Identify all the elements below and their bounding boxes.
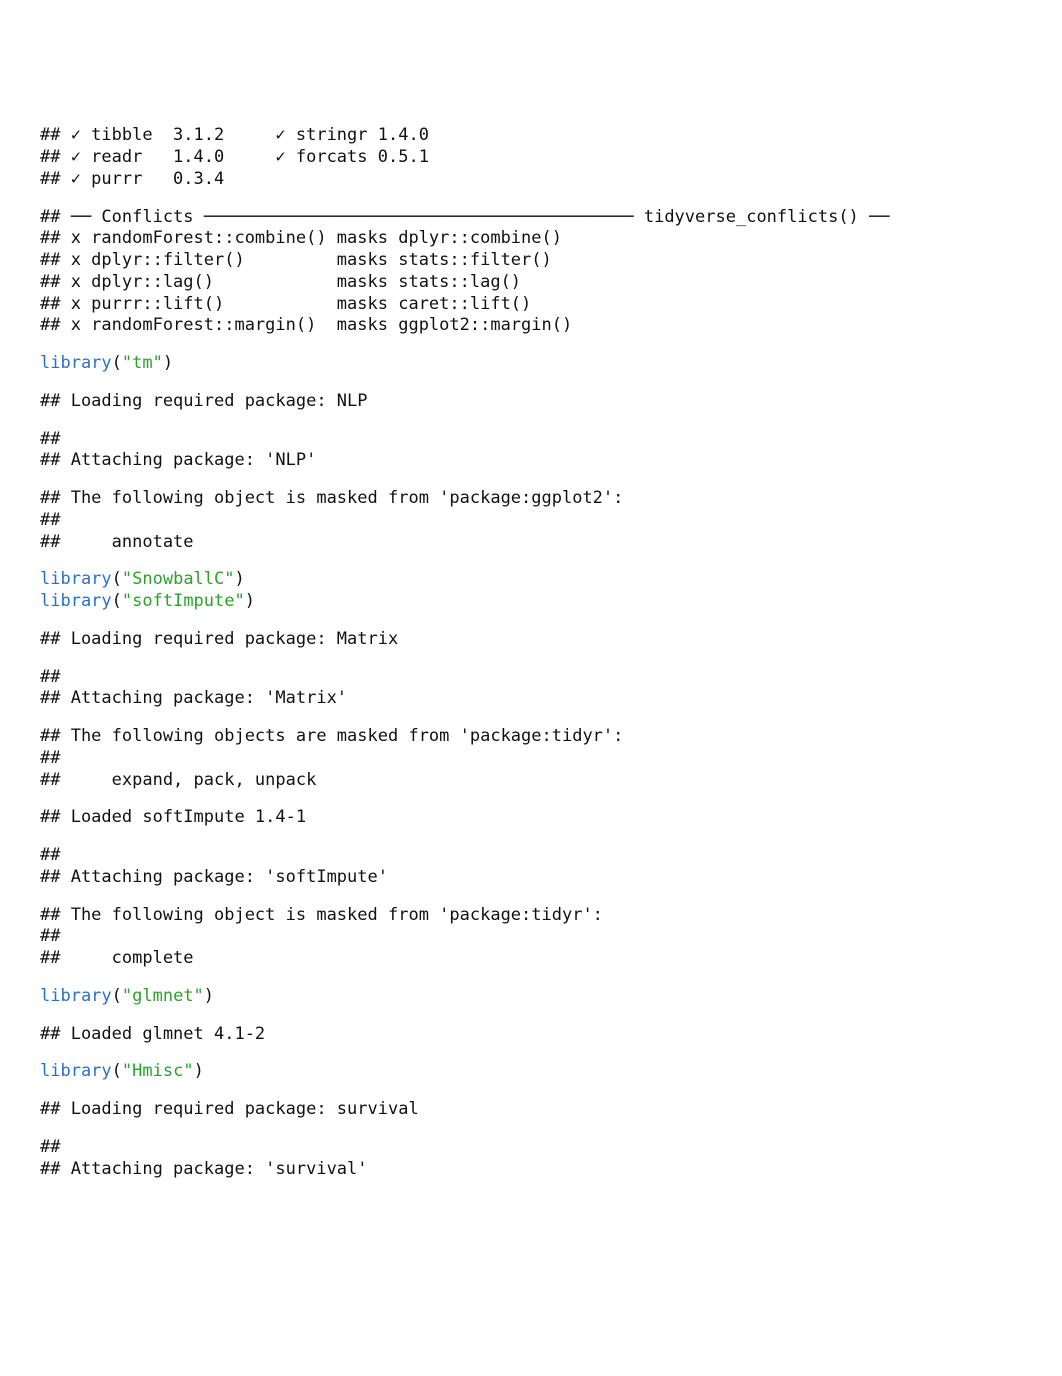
output-line: ## complete (40, 948, 1022, 970)
output-block: library("tm") (40, 353, 1022, 375)
library-call: library("softImpute") (40, 591, 1022, 613)
output-block: ## Loading required package: Matrix (40, 629, 1022, 651)
output-block: ## ── Conflicts ────────────────────────… (40, 207, 1022, 338)
output-line: ## ✓ readr 1.4.0 ✓ forcats 0.5.1 (40, 147, 1022, 169)
output-block: ## ## Attaching package: 'survival' (40, 1137, 1022, 1181)
output-block: ## The following objects are masked from… (40, 726, 1022, 791)
string-literal: "SnowballC" (122, 569, 235, 589)
output-line: ## Attaching package: 'survival' (40, 1159, 1022, 1181)
output-line: ## Attaching package: 'NLP' (40, 450, 1022, 472)
function-name: library (40, 353, 112, 373)
output-line: ## (40, 926, 1022, 948)
output-line: ## x dplyr::filter() masks stats::filter… (40, 250, 1022, 272)
output-block: ## Loading required package: survival (40, 1099, 1022, 1121)
output-line: ## Loading required package: NLP (40, 391, 1022, 413)
output-line: ## The following object is masked from '… (40, 905, 1022, 927)
output-line: ## Attaching package: 'Matrix' (40, 688, 1022, 710)
output-line: ## (40, 510, 1022, 532)
output-block: library("Hmisc") (40, 1061, 1022, 1083)
string-literal: "tm" (122, 353, 163, 373)
output-block: ## Loading required package: NLP (40, 391, 1022, 413)
output-line: ## (40, 667, 1022, 689)
output-block: ## Loaded glmnet 4.1-2 (40, 1024, 1022, 1046)
output-line: ## x purrr::lift() masks caret::lift() (40, 294, 1022, 316)
output-block: ## ✓ tibble 3.1.2 ✓ stringr 1.4.0## ✓ re… (40, 125, 1022, 190)
string-literal: "softImpute" (122, 591, 245, 611)
output-block: ## ## Attaching package: 'Matrix' (40, 667, 1022, 711)
output-block: ## ## Attaching package: 'softImpute' (40, 845, 1022, 889)
output-line: ## The following objects are masked from… (40, 726, 1022, 748)
function-name: library (40, 569, 112, 589)
output-line: ## (40, 429, 1022, 451)
output-line: ## (40, 845, 1022, 867)
output-line: ## x randomForest::margin() masks ggplot… (40, 315, 1022, 337)
library-call: library("SnowballC") (40, 569, 1022, 591)
output-line: ## Loaded glmnet 4.1-2 (40, 1024, 1022, 1046)
output-line: ## ✓ tibble 3.1.2 ✓ stringr 1.4.0 (40, 125, 1022, 147)
output-line: ## ✓ purrr 0.3.4 (40, 169, 1022, 191)
output-line: ## Loading required package: Matrix (40, 629, 1022, 651)
library-call: library("glmnet") (40, 986, 1022, 1008)
output-line: ## Attaching package: 'softImpute' (40, 867, 1022, 889)
output-line: ## The following object is masked from '… (40, 488, 1022, 510)
output-line: ## x randomForest::combine() masks dplyr… (40, 228, 1022, 250)
output-line: ## expand, pack, unpack (40, 770, 1022, 792)
string-literal: "Hmisc" (122, 1061, 194, 1081)
output-line: ## (40, 748, 1022, 770)
library-call: library("tm") (40, 353, 1022, 375)
output-line: ## Loading required package: survival (40, 1099, 1022, 1121)
output-line: ## (40, 1137, 1022, 1159)
function-name: library (40, 591, 112, 611)
output-block: ## ## Attaching package: 'NLP' (40, 429, 1022, 473)
output-block: ## The following object is masked from '… (40, 905, 1022, 970)
output-line: ## ── Conflicts ────────────────────────… (40, 207, 1022, 229)
library-call: library("Hmisc") (40, 1061, 1022, 1083)
output-line: ## x dplyr::lag() masks stats::lag() (40, 272, 1022, 294)
string-literal: "glmnet" (122, 986, 204, 1006)
output-block: library("SnowballC")library("softImpute"… (40, 569, 1022, 613)
r-console-output: ## ✓ tibble 3.1.2 ✓ stringr 1.4.0## ✓ re… (40, 125, 1022, 1180)
function-name: library (40, 986, 112, 1006)
output-line: ## Loaded softImpute 1.4-1 (40, 807, 1022, 829)
output-line: ## annotate (40, 532, 1022, 554)
output-block: ## Loaded softImpute 1.4-1 (40, 807, 1022, 829)
function-name: library (40, 1061, 112, 1081)
output-block: library("glmnet") (40, 986, 1022, 1008)
output-block: ## The following object is masked from '… (40, 488, 1022, 553)
